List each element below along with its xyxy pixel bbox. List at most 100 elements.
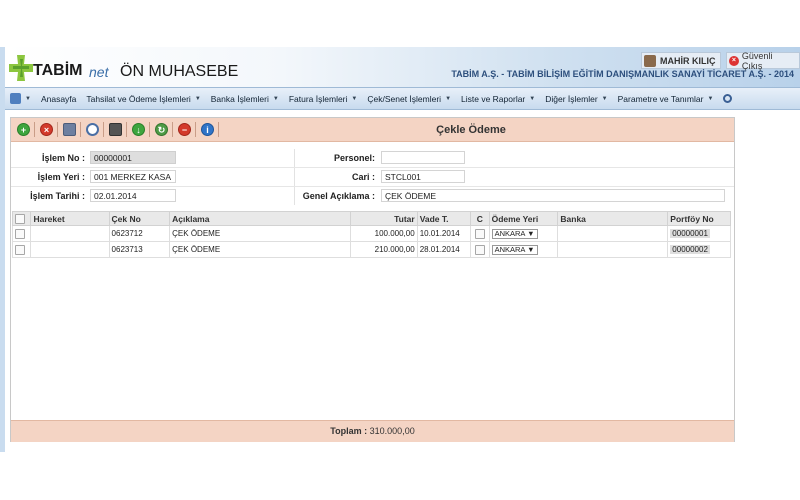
portfoy-no-cell: 00000002	[667, 241, 731, 258]
c-checkbox[interactable]	[474, 228, 485, 239]
genel-aciklama-field[interactable]: ÇEK ÖDEME	[381, 189, 725, 202]
portfoy-no-cell: 00000001	[667, 225, 731, 242]
col-header-vade[interactable]: Vade T.	[416, 211, 472, 226]
c-cell[interactable]	[470, 225, 490, 242]
cari-label: Cari :	[351, 172, 375, 182]
c-cell[interactable]	[470, 241, 490, 258]
info-icon[interactable]: i	[201, 123, 214, 136]
select-all-header[interactable]	[11, 211, 32, 226]
chevron-down-icon: ▼	[529, 95, 536, 102]
nav-home-menu[interactable]: ▼	[5, 88, 36, 109]
remove-icon[interactable]: −	[178, 123, 191, 136]
cek-no-cell: 0623712	[108, 225, 171, 242]
cek-table: Hareket Çek No Açıklama Tutar Vade T. C …	[11, 211, 731, 258]
user-avatar-icon	[644, 54, 656, 67]
nav-label: Diğer İşlemler	[545, 93, 598, 104]
cari-field[interactable]: STCL001	[381, 170, 465, 183]
genel-aciklama-label: Genel Açıklama :	[302, 191, 375, 201]
odeme-yeri-cell[interactable]: ANKARA ▼	[488, 225, 559, 242]
row-select-cell[interactable]	[11, 225, 32, 242]
hareket-cell	[30, 225, 110, 242]
row-select-cell[interactable]	[11, 241, 32, 258]
islem-tarihi-label: İşlem Tarihi :	[30, 191, 85, 201]
table-row[interactable]: 0623712 ÇEK ÖDEME 100.000,00 10.01.2014 …	[11, 225, 731, 242]
nav-search[interactable]	[718, 88, 737, 109]
toolbar-divider	[57, 122, 58, 137]
app-header: TABİM net ÖN MUHASEBE MAHİR KILIÇ × Güve…	[5, 47, 800, 87]
vade-cell: 10.01.2014	[416, 225, 472, 242]
nav-label: Fatura İşlemleri	[288, 93, 348, 104]
aciklama-cell: ÇEK ÖDEME	[169, 241, 351, 258]
delete-icon[interactable]: ×	[40, 123, 53, 136]
col-header-tutar[interactable]: Tutar	[349, 211, 418, 226]
nav-item-parametre[interactable]: Parametre ve Tanımlar ▼	[613, 88, 719, 109]
chevron-down-icon: ▼	[601, 95, 608, 102]
row-checkbox[interactable]	[15, 228, 25, 239]
toolbar-divider	[126, 122, 127, 137]
col-header-portfoy-no[interactable]: Portföy No	[667, 211, 731, 226]
chevron-down-icon: ▼	[351, 95, 358, 102]
chevron-down-icon: ▼	[527, 245, 535, 254]
select-all-checkbox[interactable]	[15, 213, 25, 224]
chevron-down-icon: ▼	[445, 95, 452, 102]
odeme-yeri-cell[interactable]: ANKARA ▼	[488, 241, 559, 258]
chevron-down-icon: ▼	[272, 95, 279, 102]
toolbar-divider	[218, 122, 219, 137]
nav-item-anasayfa[interactable]: Anasayfa	[36, 88, 81, 109]
cek-no-cell: 0623713	[108, 241, 171, 258]
logo-suffix: net	[89, 64, 109, 80]
nav-label: Parametre ve Tanımlar	[617, 93, 704, 104]
table-header-row: Hareket Çek No Açıklama Tutar Vade T. C …	[11, 211, 731, 226]
form-panel: + × ↓ ↻ − i Çekle Ödeme İşlem No : 00000…	[10, 117, 735, 442]
col-header-aciklama[interactable]: Açıklama	[169, 211, 351, 226]
user-name: MAHİR KILIÇ	[660, 55, 716, 66]
chevron-down-icon: ▼	[527, 229, 535, 238]
personel-field[interactable]	[381, 151, 465, 164]
col-header-cek-no[interactable]: Çek No	[108, 211, 171, 226]
islem-yeri-label: İşlem Yeri :	[37, 172, 85, 182]
toolbar-divider	[195, 122, 196, 137]
toolbar-divider	[34, 122, 35, 137]
nav-label: Liste ve Raporlar	[461, 93, 526, 104]
odeme-yeri-select[interactable]: ANKARA ▼	[491, 244, 538, 255]
table-row[interactable]: 0623713 ÇEK ÖDEME 210.000,00 28.01.2014 …	[11, 241, 731, 258]
print-icon[interactable]	[109, 123, 122, 136]
portfoy-no-value: 00000002	[670, 245, 710, 254]
app-title: ÖN MUHASEBE	[120, 63, 239, 80]
nav-item-cek-senet[interactable]: Çek/Senet İşlemleri ▼	[362, 88, 456, 109]
islem-no-label: İşlem No :	[41, 153, 85, 163]
toolbar: + × ↓ ↻ − i Çekle Ödeme	[11, 118, 734, 142]
main-navbar: ▼ Anasayfa Tahsilat ve Ödeme İşlemleri ▼…	[5, 87, 800, 110]
col-header-odeme-yeri[interactable]: Ödeme Yeri	[488, 211, 559, 226]
power-icon: ×	[729, 55, 739, 66]
add-icon[interactable]: +	[17, 123, 30, 136]
user-box[interactable]: MAHİR KILIÇ	[641, 52, 721, 69]
nav-item-fatura[interactable]: Fatura İşlemleri ▼	[284, 88, 363, 109]
odeme-yeri-select[interactable]: ANKARA ▼	[491, 228, 538, 239]
nav-item-banka[interactable]: Banka İşlemleri ▼	[206, 88, 284, 109]
col-header-hareket[interactable]: Hareket	[30, 211, 110, 226]
banka-cell	[557, 225, 669, 242]
toolbar-divider	[103, 122, 104, 137]
islem-tarihi-field[interactable]: 02.01.2014	[90, 189, 176, 202]
nav-item-liste[interactable]: Liste ve Raporlar ▼	[456, 88, 540, 109]
nav-item-tahsilat[interactable]: Tahsilat ve Ödeme İşlemleri ▼	[81, 88, 205, 109]
search-icon[interactable]	[86, 123, 99, 136]
home-icon	[10, 93, 21, 104]
vade-cell: 28.01.2014	[416, 241, 472, 258]
col-header-banka[interactable]: Banka	[557, 211, 669, 226]
logout-button[interactable]: × Güvenli Çıkış	[726, 51, 800, 71]
col-header-c[interactable]: C	[470, 211, 490, 226]
save-icon[interactable]	[63, 123, 76, 136]
form-row-1: İşlem No : 00000001 Personel:	[11, 149, 734, 167]
nav-item-diger[interactable]: Diğer İşlemler ▼	[540, 88, 612, 109]
row-checkbox[interactable]	[15, 244, 25, 255]
refresh-icon[interactable]: ↻	[155, 123, 168, 136]
hareket-cell	[30, 241, 110, 258]
total-footer: Toplam : 310.000,00	[11, 420, 734, 442]
download-icon[interactable]: ↓	[132, 123, 145, 136]
toolbar-divider	[172, 122, 173, 137]
total-label: Toplam :	[330, 426, 368, 436]
c-checkbox[interactable]	[474, 244, 485, 255]
islem-yeri-field[interactable]: 001 MERKEZ KASA	[90, 170, 176, 183]
